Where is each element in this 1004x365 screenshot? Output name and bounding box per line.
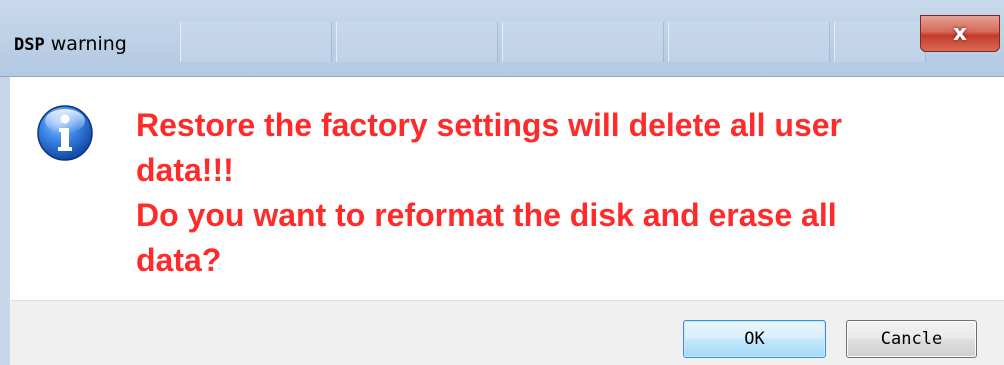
background-window-ghost [502,22,664,62]
warning-message: Restore the factory settings will delete… [136,103,986,283]
close-button[interactable]: x [920,15,1000,52]
cancel-button[interactable]: Cancle [846,320,977,358]
ok-button[interactable]: OK [683,320,826,358]
warning-dialog: DSP warning x Restore the factory settin… [0,0,1004,365]
info-icon [37,105,93,161]
window-title: DSP warning [14,33,127,55]
background-window-ghost [668,22,830,62]
title-bar[interactable]: DSP warning x [0,0,1004,77]
message-line: data!!! [136,152,234,188]
message-line: Do you want to reformat the disk and era… [136,197,837,233]
window-title-suffix: warning [44,33,127,55]
background-window-ghost [180,22,332,62]
message-line: Restore the factory settings will delete… [136,107,842,143]
message-line: data? [136,242,222,278]
window-title-prefix: DSP [14,35,45,55]
close-icon: x [952,20,968,46]
background-window-ghost [834,22,926,62]
background-window-ghost [336,22,498,62]
